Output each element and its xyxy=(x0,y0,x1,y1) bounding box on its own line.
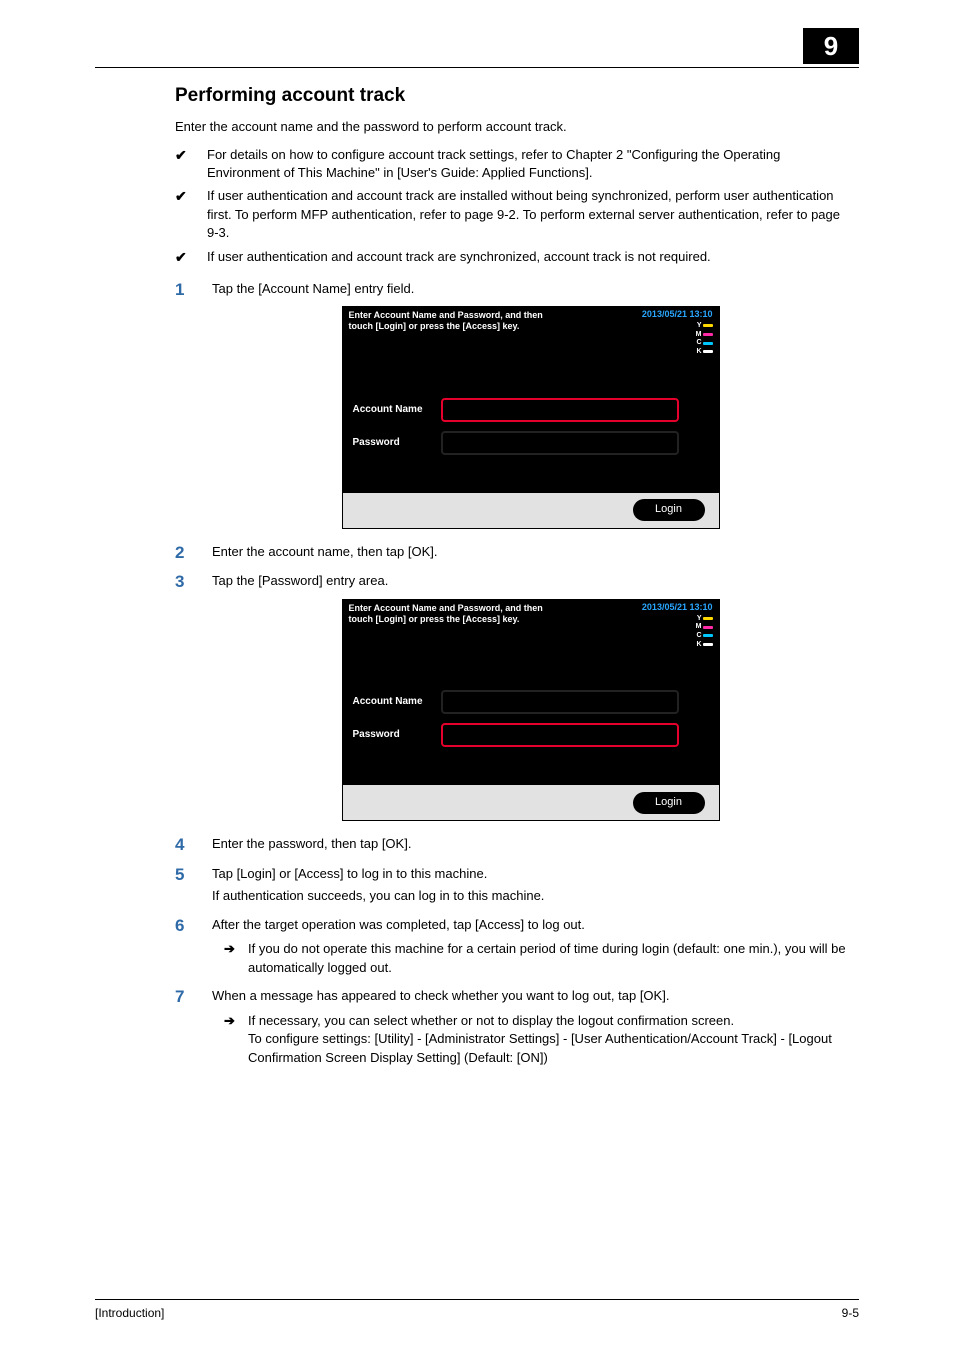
step-text: Tap [Login] or [Access] to log in to thi… xyxy=(212,866,487,881)
panel-datetime: 2013/05/21 13:10 xyxy=(642,309,713,319)
login-button[interactable]: Login xyxy=(633,499,705,521)
step-number: 2 xyxy=(175,543,193,563)
step-text: Tap the [Password] entry area. xyxy=(212,573,388,588)
checklist: ✔ For details on how to configure accoun… xyxy=(175,146,849,268)
step-extra-text: If authentication succeeds, you can log … xyxy=(212,887,849,905)
check-icon: ✔ xyxy=(175,146,193,183)
step-item: 7 When a message has appeared to check w… xyxy=(175,987,849,1067)
checklist-item: ✔ For details on how to configure accoun… xyxy=(175,146,849,183)
sub-text: If you do not operate this machine for a… xyxy=(248,940,849,977)
step-number: 4 xyxy=(175,835,193,855)
step-text: After the target operation was completed… xyxy=(212,917,585,932)
footer-left: [Introduction] xyxy=(95,1306,164,1320)
step-number: 3 xyxy=(175,572,193,825)
panel-instruction: Enter Account Name and Password, and the… xyxy=(349,603,543,626)
step-item: 5 Tap [Login] or [Access] to log in to t… xyxy=(175,865,849,906)
account-name-label: Account Name xyxy=(353,403,431,417)
intro-text: Enter the account name and the password … xyxy=(175,118,849,136)
checklist-item: ✔ If user authentication and account tra… xyxy=(175,187,849,242)
account-name-input[interactable] xyxy=(441,690,679,714)
step-text: Enter the account name, then tap [OK]. xyxy=(212,544,437,559)
step-text: When a message has appeared to check whe… xyxy=(212,988,669,1003)
login-button[interactable]: Login xyxy=(633,792,705,814)
steps-list: 1 Tap the [Account Name] entry field. En… xyxy=(175,280,849,1067)
step-item: 6 After the target operation was complet… xyxy=(175,916,849,977)
top-divider xyxy=(95,67,859,68)
step-item: 2 Enter the account name, then tap [OK]. xyxy=(175,543,849,563)
checklist-text: For details on how to configure account … xyxy=(207,146,849,183)
chapter-number-banner: 9 xyxy=(803,28,859,64)
arrow-icon: ➔ xyxy=(224,940,238,977)
password-label: Password xyxy=(353,436,431,450)
panel-datetime: 2013/05/21 13:10 xyxy=(642,602,713,612)
check-icon: ✔ xyxy=(175,248,193,268)
password-input[interactable] xyxy=(441,431,679,455)
account-name-label: Account Name xyxy=(353,695,431,709)
step-number: 7 xyxy=(175,987,193,1067)
account-name-input[interactable] xyxy=(441,398,679,422)
page-heading: Performing account track xyxy=(175,85,849,107)
main-content: Performing account track Enter the accou… xyxy=(175,85,849,1077)
checklist-text: If user authentication and account track… xyxy=(207,248,711,268)
check-icon: ✔ xyxy=(175,187,193,242)
checklist-item: ✔ If user authentication and account tra… xyxy=(175,248,849,268)
arrow-icon: ➔ xyxy=(224,1012,238,1067)
checklist-text: If user authentication and account track… xyxy=(207,187,849,242)
login-panel-figure-2: Enter Account Name and Password, and the… xyxy=(342,599,720,822)
footer-right: 9-5 xyxy=(842,1306,859,1320)
step-item: 1 Tap the [Account Name] entry field. En… xyxy=(175,280,849,533)
panel-instruction: Enter Account Name and Password, and the… xyxy=(349,310,543,333)
toner-indicator: Y M C K xyxy=(642,615,713,649)
step-text: Tap the [Account Name] entry field. xyxy=(212,281,414,296)
password-label: Password xyxy=(353,728,431,742)
login-panel-figure-1: Enter Account Name and Password, and the… xyxy=(342,306,720,529)
step-number: 1 xyxy=(175,280,193,533)
step-text: Enter the password, then tap [OK]. xyxy=(212,836,411,851)
password-input[interactable] xyxy=(441,723,679,747)
page-footer: [Introduction] 9-5 xyxy=(95,1299,859,1320)
step-item: 3 Tap the [Password] entry area. Enter A… xyxy=(175,572,849,825)
step-number: 5 xyxy=(175,865,193,906)
step-number: 6 xyxy=(175,916,193,977)
step-item: 4 Enter the password, then tap [OK]. xyxy=(175,835,849,855)
toner-indicator: Y M C K xyxy=(642,322,713,356)
sub-text: If necessary, you can select whether or … xyxy=(248,1012,849,1067)
